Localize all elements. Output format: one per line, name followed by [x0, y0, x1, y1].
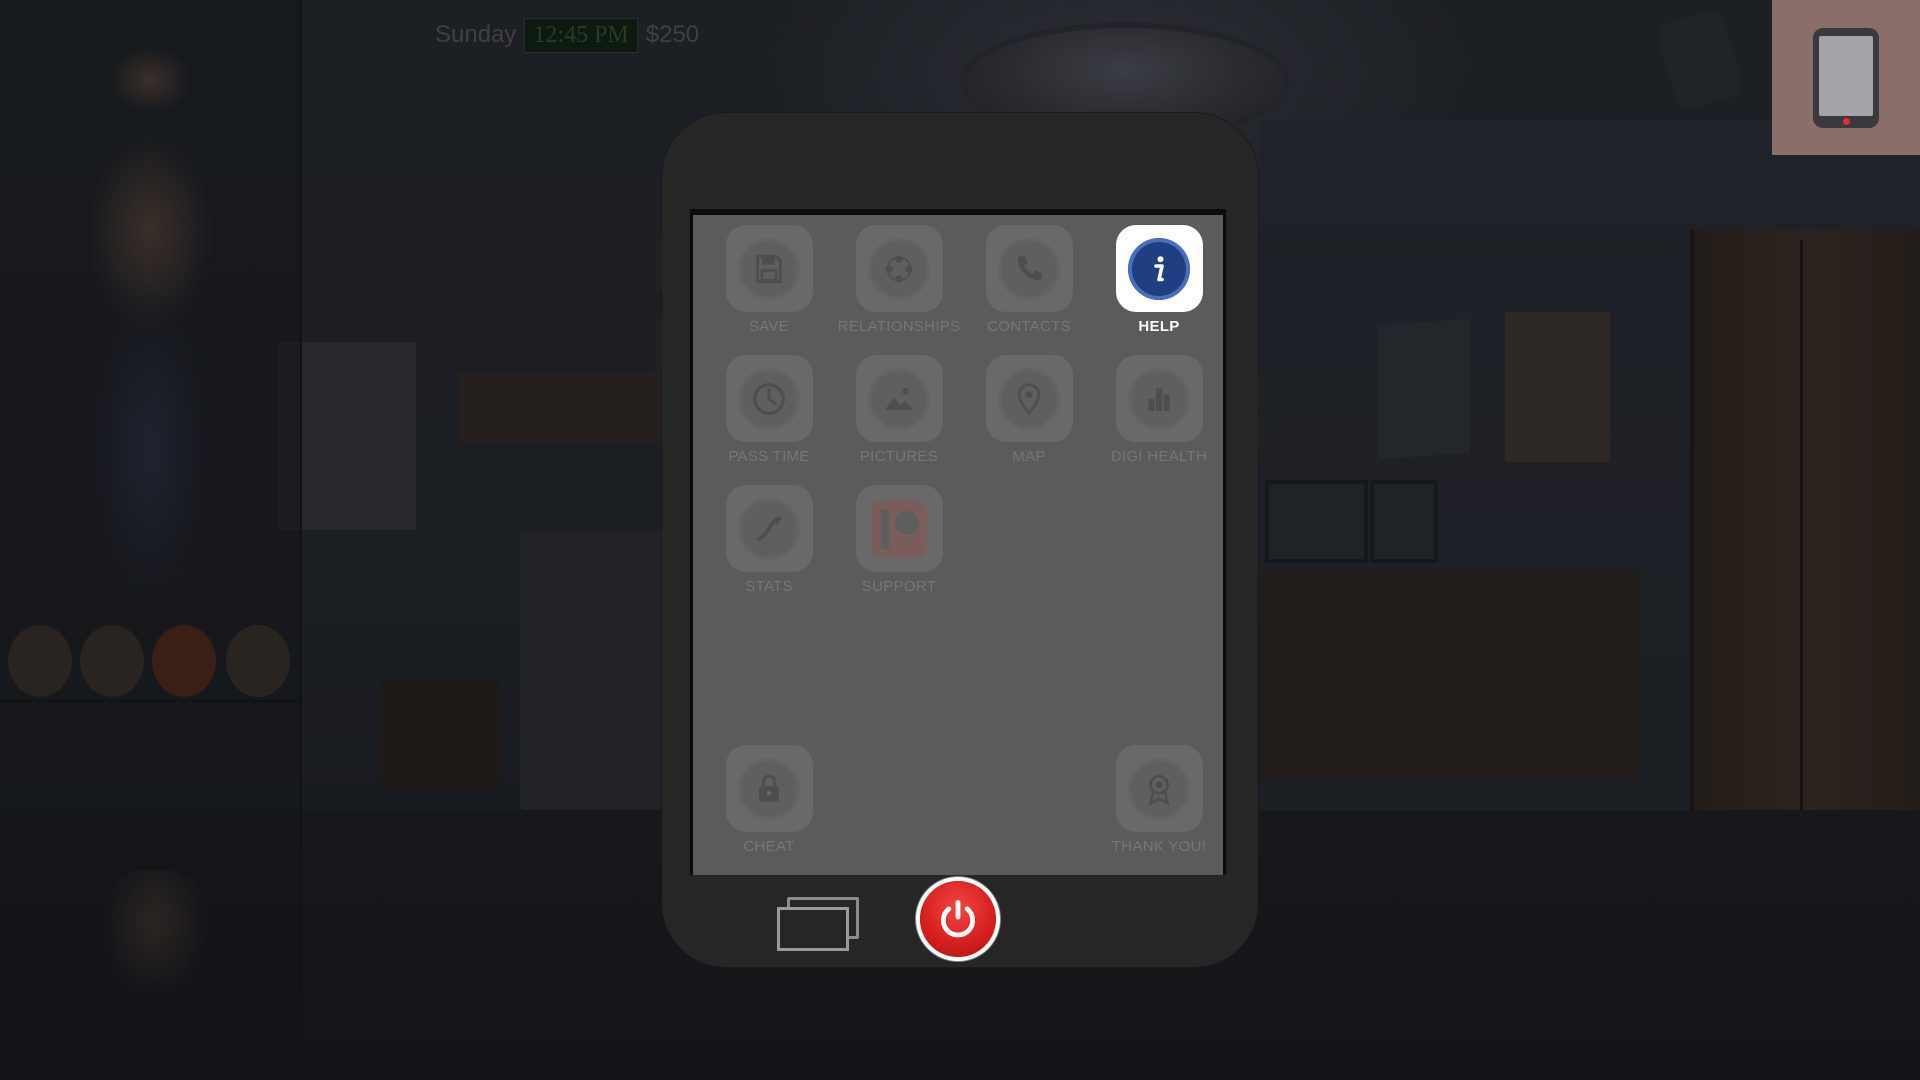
app-support[interactable]: SUPPORT — [834, 485, 964, 605]
relationships-icon — [868, 237, 930, 300]
map-pin-icon — [998, 367, 1060, 430]
stats-icon — [738, 497, 800, 560]
phone-side-button — [1258, 373, 1266, 413]
power-icon[interactable] — [920, 881, 996, 957]
phone-toggle-button[interactable] — [1772, 0, 1920, 155]
app-save[interactable]: SAVE — [704, 225, 834, 345]
desk — [1260, 570, 1640, 780]
wall-poster-baseball — [1378, 318, 1470, 460]
floppy-disk-icon — [738, 237, 800, 300]
app-help[interactable]: HELP — [1094, 225, 1224, 345]
app-label: MAP — [1012, 448, 1046, 465]
bar-chart-icon — [1128, 367, 1190, 430]
app-label: CHEAT — [743, 838, 795, 855]
app-label: HELP — [1138, 318, 1180, 335]
closet — [1690, 230, 1920, 830]
companion-avatar — [100, 870, 210, 1000]
app-label: STATS — [745, 578, 793, 595]
app-label: RELATIONSHIPS — [837, 318, 961, 335]
wall-shelf — [458, 372, 668, 442]
tablet-icon — [1813, 27, 1879, 128]
closet-door-seam — [1800, 240, 1803, 820]
panel-divider — [0, 700, 300, 702]
underwear-slot-icon — [152, 625, 216, 697]
app-digi-health[interactable]: DIGI HEALTH — [1094, 355, 1224, 475]
app-label: SAVE — [748, 318, 790, 335]
body-slot-icon — [226, 625, 290, 697]
backpack-icon — [1652, 6, 1748, 114]
app-contacts[interactable]: CONTACTS — [964, 225, 1094, 345]
picture-icon — [868, 367, 930, 430]
day-label: Sunday — [435, 21, 517, 48]
app-map[interactable]: MAP — [964, 355, 1094, 475]
computer-monitor-secondary — [1370, 480, 1438, 563]
time-display: 12:45 PM — [524, 17, 638, 53]
info-icon — [1128, 237, 1190, 300]
app-label: DIGI HEALTH — [1110, 448, 1208, 465]
app-label: CONTACTS — [987, 318, 1071, 335]
face-slot-icon — [8, 625, 72, 697]
status-hud: Sunday 12:45 PM $250 — [435, 15, 699, 55]
phone-device: SAVE RELATIONSHIPS CONTACTS HELP PASS TI… — [654, 113, 1266, 967]
app-label: PICTURES — [859, 448, 939, 465]
app-label: SUPPORT — [861, 578, 937, 595]
phone-screen: SAVE RELATIONSHIPS CONTACTS HELP PASS TI… — [690, 209, 1226, 875]
nightstand — [380, 680, 500, 790]
app-label: THANK YOU! — [1111, 838, 1207, 855]
wall-poster-car — [1505, 312, 1610, 462]
phone-bottom-bar — [662, 875, 1258, 967]
clock-icon — [738, 367, 800, 430]
app-label: PASS TIME — [728, 448, 810, 465]
app-stats[interactable]: STATS — [704, 485, 834, 605]
app-pictures[interactable]: PICTURES — [834, 355, 964, 475]
panel-divider — [0, 855, 300, 857]
patreon-icon — [871, 500, 927, 557]
app-thank-you[interactable]: THANK YOU! — [1094, 745, 1224, 865]
phone-handset-icon — [998, 237, 1060, 300]
character-panel — [0, 0, 302, 1080]
lock-icon — [738, 757, 800, 820]
character-portrait — [60, 30, 240, 590]
app-cheat[interactable]: CHEAT — [704, 745, 834, 865]
computer-monitor — [1265, 480, 1368, 563]
windows-icon[interactable] — [777, 897, 863, 953]
phone-side-button — [1258, 413, 1266, 453]
app-relationships[interactable]: RELATIONSHIPS — [834, 225, 964, 345]
hair-slot-icon — [80, 625, 144, 697]
app-pass-time[interactable]: PASS TIME — [704, 355, 834, 475]
phone-side-button — [654, 313, 662, 373]
money-display: $250 — [645, 21, 700, 48]
award-ribbon-icon — [1128, 757, 1190, 820]
phone-side-button — [654, 233, 662, 293]
